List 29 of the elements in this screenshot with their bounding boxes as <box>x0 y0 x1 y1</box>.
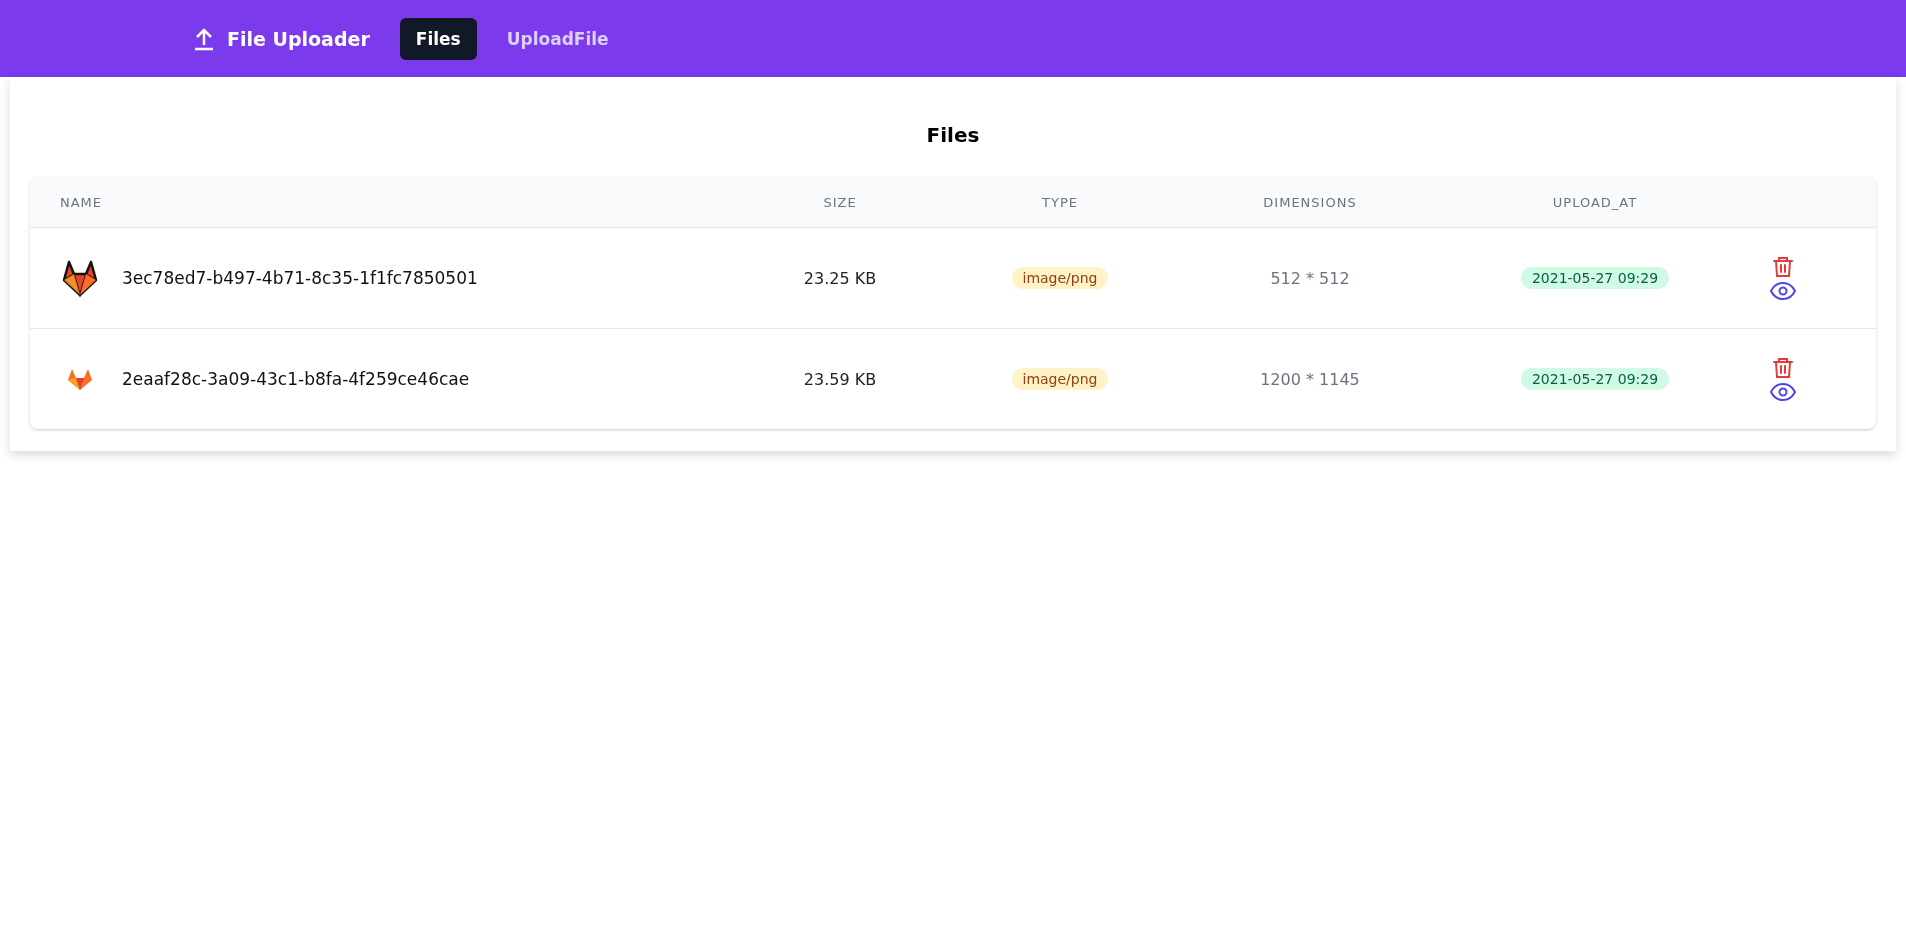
nav-tab[interactable]: Files <box>399 17 477 60</box>
nav-tab[interactable]: UploadFile <box>490 17 625 60</box>
type-badge: image/png <box>1011 368 1109 390</box>
eye-icon <box>1769 382 1797 402</box>
type-badge: image/png <box>1011 267 1109 289</box>
file-dimensions: 512 * 512 <box>1269 268 1351 288</box>
file-dimensions: 1200 * 1145 <box>1259 369 1361 389</box>
delete-button[interactable] <box>1771 356 1795 380</box>
delete-button[interactable] <box>1771 255 1795 279</box>
file-size: 23.59 KB <box>802 369 878 389</box>
view-button[interactable] <box>1769 281 1797 301</box>
column-header: UPLOAD_AT <box>1551 194 1639 210</box>
view-button[interactable] <box>1769 382 1797 402</box>
column-header: SIZE <box>822 194 858 210</box>
column-header: DIMENSIONS <box>1262 194 1358 210</box>
upload-icon <box>193 26 215 51</box>
eye-icon <box>1769 281 1797 301</box>
date-badge: 2021-05-27 09:29 <box>1520 368 1670 390</box>
file-name: 3ec78ed7-b497-4b71-8c35-1f1fc7850501 <box>122 268 478 288</box>
file-name: 2eaaf28c-3a09-43c1-b8fa-4f259ce46cae <box>122 369 470 389</box>
column-header: TYPE <box>1041 194 1079 210</box>
trash-icon <box>1771 255 1795 279</box>
file-size: 23.25 KB <box>802 268 878 288</box>
date-badge: 2021-05-27 09:29 <box>1520 267 1670 289</box>
fox-icon <box>60 258 100 298</box>
trash-icon <box>1771 356 1795 380</box>
column-header: NAME <box>59 194 104 210</box>
brand-title: File Uploader <box>227 27 370 50</box>
page-title: Files <box>925 123 981 147</box>
